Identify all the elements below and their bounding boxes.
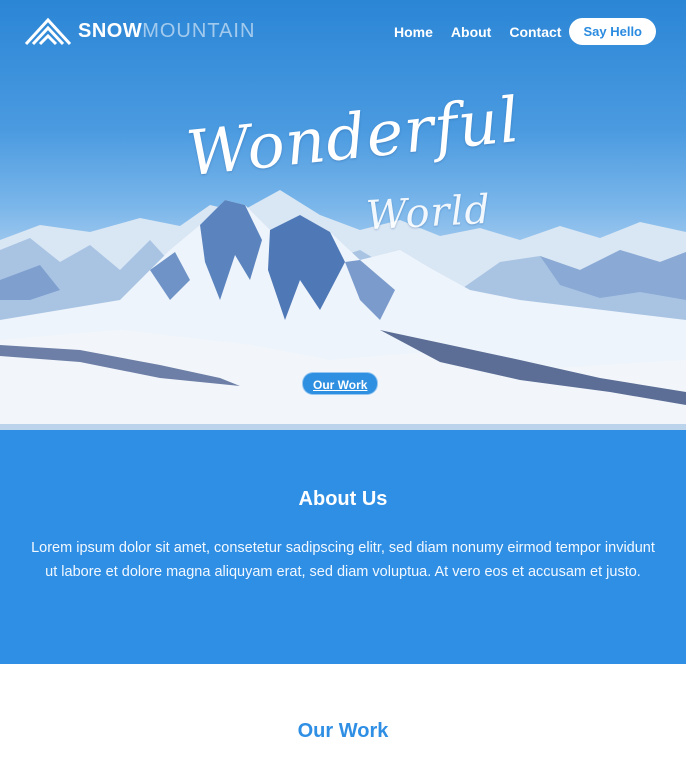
nav-link-about[interactable]: About [451, 24, 491, 40]
logo[interactable]: SNOWMOUNTAIN [24, 16, 255, 46]
about-body: Lorem ipsum dolor sit amet, consetetur s… [31, 540, 655, 580]
logo-text-light: MOUNTAIN [142, 19, 256, 42]
nav-link-contact[interactable]: Contact [509, 24, 561, 40]
our-work-heading: Our Work [297, 720, 389, 742]
main-nav: Home About Contact Say Hello [394, 18, 656, 45]
hero-banner: SNOWMOUNTAIN Home About Contact Say Hell… [0, 0, 686, 430]
about-heading: About Us [298, 488, 388, 510]
logo-text-bold: SNOW [78, 19, 143, 42]
nav-link-home[interactable]: Home [394, 24, 433, 40]
about-section: About Us Lorem ipsum dolor sit amet, con… [0, 430, 686, 664]
snowy-mountain-image [0, 190, 686, 430]
mountain-logo-icon [24, 17, 72, 46]
our-work-button[interactable]: Our Work [302, 372, 379, 395]
say-hello-button[interactable]: Say Hello [569, 18, 656, 45]
hero-title-line-2: World [364, 186, 493, 240]
logo-text: SNOWMOUNTAIN [78, 20, 255, 43]
